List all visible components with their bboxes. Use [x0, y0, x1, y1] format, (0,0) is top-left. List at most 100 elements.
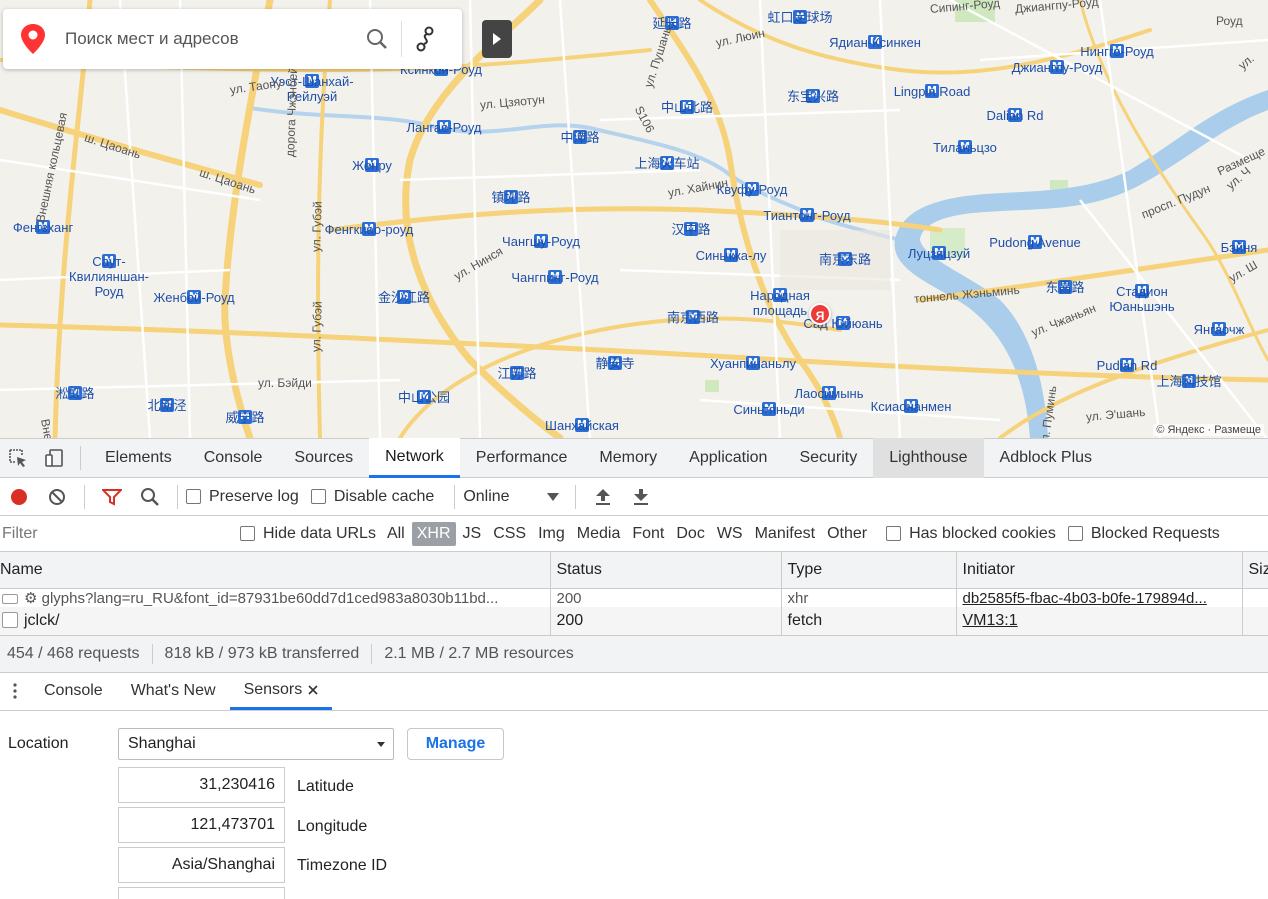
tab-memory[interactable]: Memory — [583, 438, 673, 478]
metro-station[interactable]: M Сад Юйюань — [803, 316, 883, 331]
metro-station[interactable]: M Синьтяньди — [733, 402, 805, 417]
metro-station[interactable]: M 南京西路 — [667, 310, 719, 325]
hide-data-urls-checkbox[interactable]: Hide data URLs — [240, 525, 376, 543]
filter-type-other[interactable]: Other — [822, 522, 872, 546]
request-name-cell[interactable]: jclck/ — [0, 606, 551, 635]
filter-input[interactable] — [0, 520, 222, 547]
metro-station[interactable]: M 镇坪路 — [492, 190, 531, 205]
drawer-tab-sensors[interactable]: Sensors — [229, 672, 333, 710]
metro-station[interactable]: M Лаосимынь — [795, 386, 864, 401]
metro-station[interactable]: M 东宝兴路 — [787, 89, 839, 104]
drawer-tab-whats-new[interactable]: What's New — [117, 672, 230, 710]
drawer-tab-console[interactable]: Console — [30, 672, 117, 710]
metro-station[interactable]: M 中山公园 — [398, 390, 450, 405]
metro-station[interactable]: M Чангпинг-Роуд — [511, 270, 599, 285]
column-header-type[interactable]: Type — [781, 552, 957, 589]
metro-station[interactable]: M Фенгкиао-роуд — [325, 222, 413, 237]
filter-icon[interactable] — [93, 478, 131, 516]
search-input[interactable] — [63, 28, 353, 50]
metro-station[interactable]: M Dalian Rd — [986, 108, 1044, 123]
record-icon[interactable] — [0, 478, 38, 516]
metro-station[interactable]: M 虹口足球场 — [768, 10, 833, 25]
disable-cache-checkbox[interactable]: Disable cache — [310, 488, 434, 506]
metro-station[interactable]: M 北新泾 — [148, 398, 187, 413]
inspect-element-icon[interactable] — [0, 438, 36, 478]
metro-station[interactable]: M Уэст-Шанхай- Рейлуэй — [270, 74, 354, 104]
column-header-initiator[interactable]: Initiator — [956, 552, 1243, 589]
timezone-input[interactable]: Asia/Shanghai — [118, 846, 285, 883]
metro-station[interactable]: M Ядиан-Ксинкен — [829, 35, 921, 50]
metro-station[interactable]: M Джиангпу-Роуд — [1012, 60, 1102, 75]
table-row[interactable]: jclck/ 200 fetch VM13:1 — [0, 606, 1268, 635]
location-select[interactable]: Shanghai — [118, 727, 394, 760]
device-toolbar-icon[interactable] — [36, 438, 72, 478]
metro-station[interactable]: M 静安寺 — [596, 356, 635, 371]
metro-station[interactable]: M 淞虹路 — [56, 386, 95, 401]
filter-type-doc[interactable]: Doc — [671, 522, 709, 546]
metro-station[interactable]: M Ксиаонанмен — [871, 399, 951, 414]
column-header-status[interactable]: Status — [550, 552, 782, 589]
checkbox-box[interactable] — [186, 489, 201, 504]
tab-security[interactable]: Security — [783, 438, 873, 478]
checkbox-box[interactable] — [886, 526, 902, 541]
route-icon[interactable] — [402, 9, 450, 69]
search-icon[interactable] — [131, 478, 169, 516]
metro-station[interactable]: M Чангшу-Роуд — [502, 234, 580, 249]
metro-station[interactable]: M 上海火车站 — [635, 156, 700, 171]
latitude-input[interactable]: 31,230416 — [118, 766, 285, 803]
yandex-map[interactable]: M 延长路 M 虹口足球场 M Ядиан-Ксинкен M Нингго-Роуд M Джи… — [0, 0, 1268, 438]
metro-station[interactable]: M Нингго-Роуд — [1080, 44, 1154, 59]
search-icon[interactable] — [353, 9, 401, 69]
current-location-pin[interactable]: Я — [809, 303, 831, 325]
request-name-cell[interactable]: ⚙ glyphs?lang=ru_RU&font_id=87931be60dd7… — [0, 588, 551, 607]
longitude-input[interactable]: 121,473701 — [118, 806, 285, 843]
column-header-name[interactable]: Name — [0, 552, 551, 589]
filter-type-media[interactable]: Media — [572, 522, 626, 546]
manage-button[interactable]: Manage — [407, 727, 504, 760]
metro-station[interactable]: M Тиантонг-Роуд — [763, 208, 851, 223]
metro-station[interactable]: M Стадион Юаньшэнь — [1109, 284, 1175, 314]
metro-station[interactable]: M Квуфу-Роуд — [717, 182, 787, 197]
metro-station[interactable]: M Лангао-Роуд — [406, 120, 482, 135]
clear-icon[interactable] — [38, 478, 76, 516]
filter-type-manifest[interactable]: Manifest — [750, 522, 820, 546]
map-pin-icon[interactable] — [3, 9, 63, 69]
has-blocked-cookies-checkbox[interactable]: Has blocked cookies — [886, 525, 1056, 543]
metro-station[interactable]: M 东昌路 — [1046, 280, 1085, 295]
metro-station[interactable]: M 江苏路 — [498, 366, 537, 381]
metro-station[interactable]: M Саут- Квилияншан- Роуд — [69, 254, 149, 299]
tab-lighthouse[interactable]: Lighthouse — [873, 438, 984, 478]
metro-station[interactable]: M Женбей-Роуд — [153, 290, 235, 305]
import-har-icon[interactable] — [584, 478, 622, 516]
request-initiator-link[interactable]: db2585f5-fbac-4b03-b0fe-179894d... — [963, 590, 1207, 607]
tab-sources[interactable]: Sources — [278, 438, 369, 478]
metro-station[interactable]: M Луцзяцзуй — [908, 246, 970, 261]
export-har-icon[interactable] — [622, 478, 660, 516]
tab-console[interactable]: Console — [188, 438, 279, 478]
map-copyright[interactable]: © Яндекс · Размеще — [1153, 424, 1264, 436]
metro-station[interactable]: M Pudong Avenue — [989, 235, 1081, 250]
metro-station[interactable]: M Pudian Rd — [1097, 358, 1157, 373]
panel-toggle-button[interactable] — [482, 20, 512, 58]
metro-station[interactable]: M 上海科技馆 — [1157, 374, 1222, 389]
column-header-size[interactable]: Siz — [1242, 552, 1268, 589]
metro-station[interactable]: M 金沙江路 — [378, 290, 430, 305]
filter-type-xhr[interactable]: XHR — [411, 521, 456, 546]
filter-type-css[interactable]: CSS — [488, 522, 531, 546]
throttling-select[interactable]: Online — [463, 488, 567, 506]
tab-adblock-plus[interactable]: Adblock Plus — [984, 438, 1109, 478]
metro-station[interactable]: M Женру — [352, 158, 392, 173]
filter-type-img[interactable]: Img — [533, 522, 570, 546]
drawer-menu-icon[interactable] — [0, 672, 30, 710]
filter-type-all[interactable]: All — [382, 522, 410, 546]
preserve-log-checkbox[interactable]: Preserve log — [186, 488, 299, 506]
metro-station[interactable]: M Синьчжа-лу — [696, 248, 766, 263]
request-initiator-link[interactable]: VM13:1 — [963, 612, 1018, 629]
metro-station[interactable]: M 中山北路 — [661, 100, 713, 115]
tab-performance[interactable]: Performance — [460, 438, 584, 478]
metro-station[interactable]: M Хуанпинаньлу — [710, 356, 796, 371]
locale-input[interactable] — [118, 886, 285, 899]
checkbox-box[interactable] — [240, 526, 255, 541]
metro-station[interactable]: M Бэйня — [1221, 240, 1257, 255]
tab-application[interactable]: Application — [673, 438, 783, 478]
